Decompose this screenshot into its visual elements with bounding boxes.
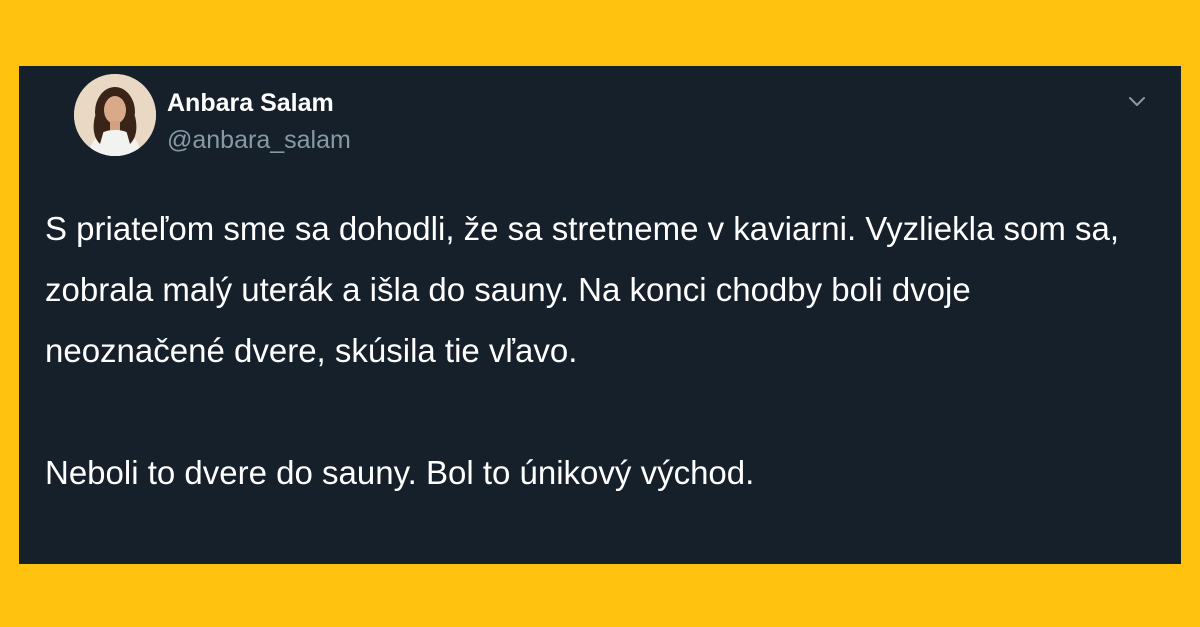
- tweet-paragraph: Neboli to dvere do sauny. Bol to únikový…: [45, 454, 755, 491]
- avatar[interactable]: [74, 74, 156, 156]
- tweet-paragraph: S priateľom sme sa dohodli, že sa stretn…: [45, 210, 1119, 369]
- tweet-text: S priateľom sme sa dohodli, že sa stretn…: [45, 198, 1155, 503]
- more-options-button[interactable]: [1123, 88, 1151, 116]
- author-handle[interactable]: @anbara_salam: [167, 125, 351, 155]
- profile-photo-icon: [74, 74, 156, 156]
- author-display-name[interactable]: Anbara Salam: [167, 88, 334, 118]
- chevron-down-icon: [1129, 97, 1145, 106]
- tweet-card: Anbara Salam @anbara_salam S priateľom s…: [19, 66, 1181, 564]
